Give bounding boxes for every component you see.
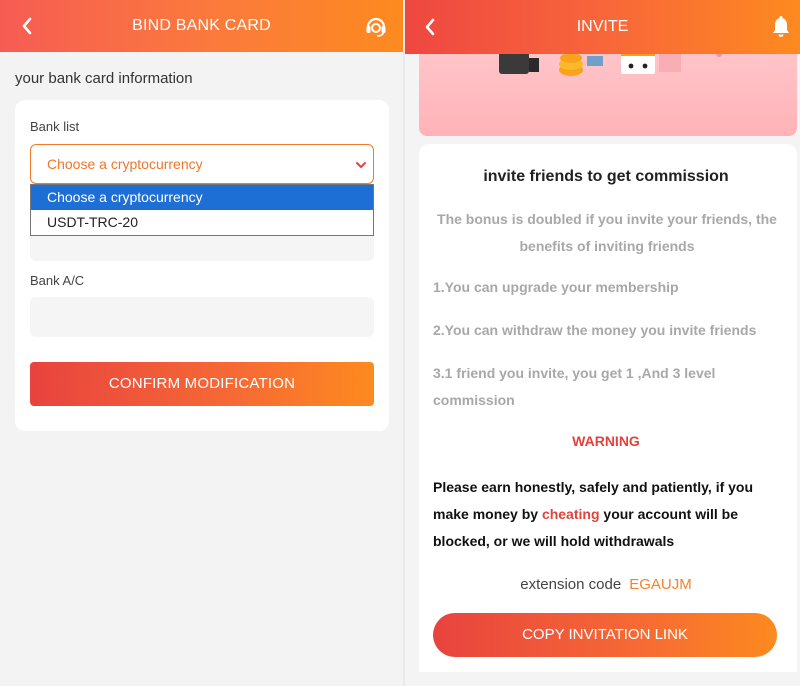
select-option[interactable]: Choose a cryptocurrency (31, 185, 373, 210)
bell-icon[interactable] (771, 16, 791, 38)
warning-note: Please earn honestly, safely and patient… (433, 474, 778, 555)
warning-label: WARNING (572, 433, 640, 449)
warning-note-highlight: cheating (541, 506, 600, 522)
chevron-down-icon (355, 158, 367, 176)
benefit-item: 1.You can upgrade your membership (433, 279, 679, 295)
header-bar: BIND BANK CARD (0, 0, 403, 52)
invite-screen: INVITE invite friends to get commission … (405, 0, 800, 686)
copy-invitation-link-button[interactable]: COPY INVITATION LINK (433, 613, 777, 657)
bank-select[interactable]: Choose a cryptocurrency (30, 144, 374, 184)
bank-account-field[interactable] (30, 297, 374, 337)
bank-account-label: Bank A/C (30, 273, 85, 288)
headset-icon[interactable] (364, 14, 388, 38)
back-icon[interactable] (421, 17, 441, 37)
select-option[interactable]: USDT-TRC-20 (31, 210, 373, 235)
back-icon[interactable] (18, 16, 38, 36)
invite-heading: invite friends to get commission (483, 168, 729, 185)
bonus-text: The bonus is doubled if you invite your … (437, 211, 777, 254)
invite-card: invite friends to get commission The bon… (419, 144, 797, 672)
section-subtitle: your bank card information (15, 70, 193, 87)
page-title: INVITE (576, 18, 629, 35)
extension-code-value[interactable]: EGAUJM (629, 576, 692, 593)
bank-list-label: Bank list (30, 119, 80, 134)
extension-code-row: extension code EGAUJM (419, 576, 793, 593)
invite-banner-image (419, 40, 797, 136)
bank-select-value: Choose a cryptocurrency (47, 156, 203, 172)
confirm-modification-button[interactable]: CONFIRM MODIFICATION (30, 362, 374, 406)
extension-code-label: extension code (520, 576, 622, 593)
benefit-item: 2.You can withdraw the money you invite … (433, 322, 757, 338)
page-title: BIND BANK CARD (132, 17, 271, 34)
header-bar: INVITE (405, 0, 800, 54)
benefit-item: 3.1 friend you invite, you get 1 ,And 3 … (433, 365, 716, 408)
bank-select-dropdown: Choose a cryptocurrency USDT-TRC-20 (30, 184, 374, 236)
bank-card-form: Bank list Choose a cryptocurrency Choose… (15, 100, 389, 431)
bind-bank-card-screen: BIND BANK CARD your bank card informatio… (0, 0, 403, 686)
